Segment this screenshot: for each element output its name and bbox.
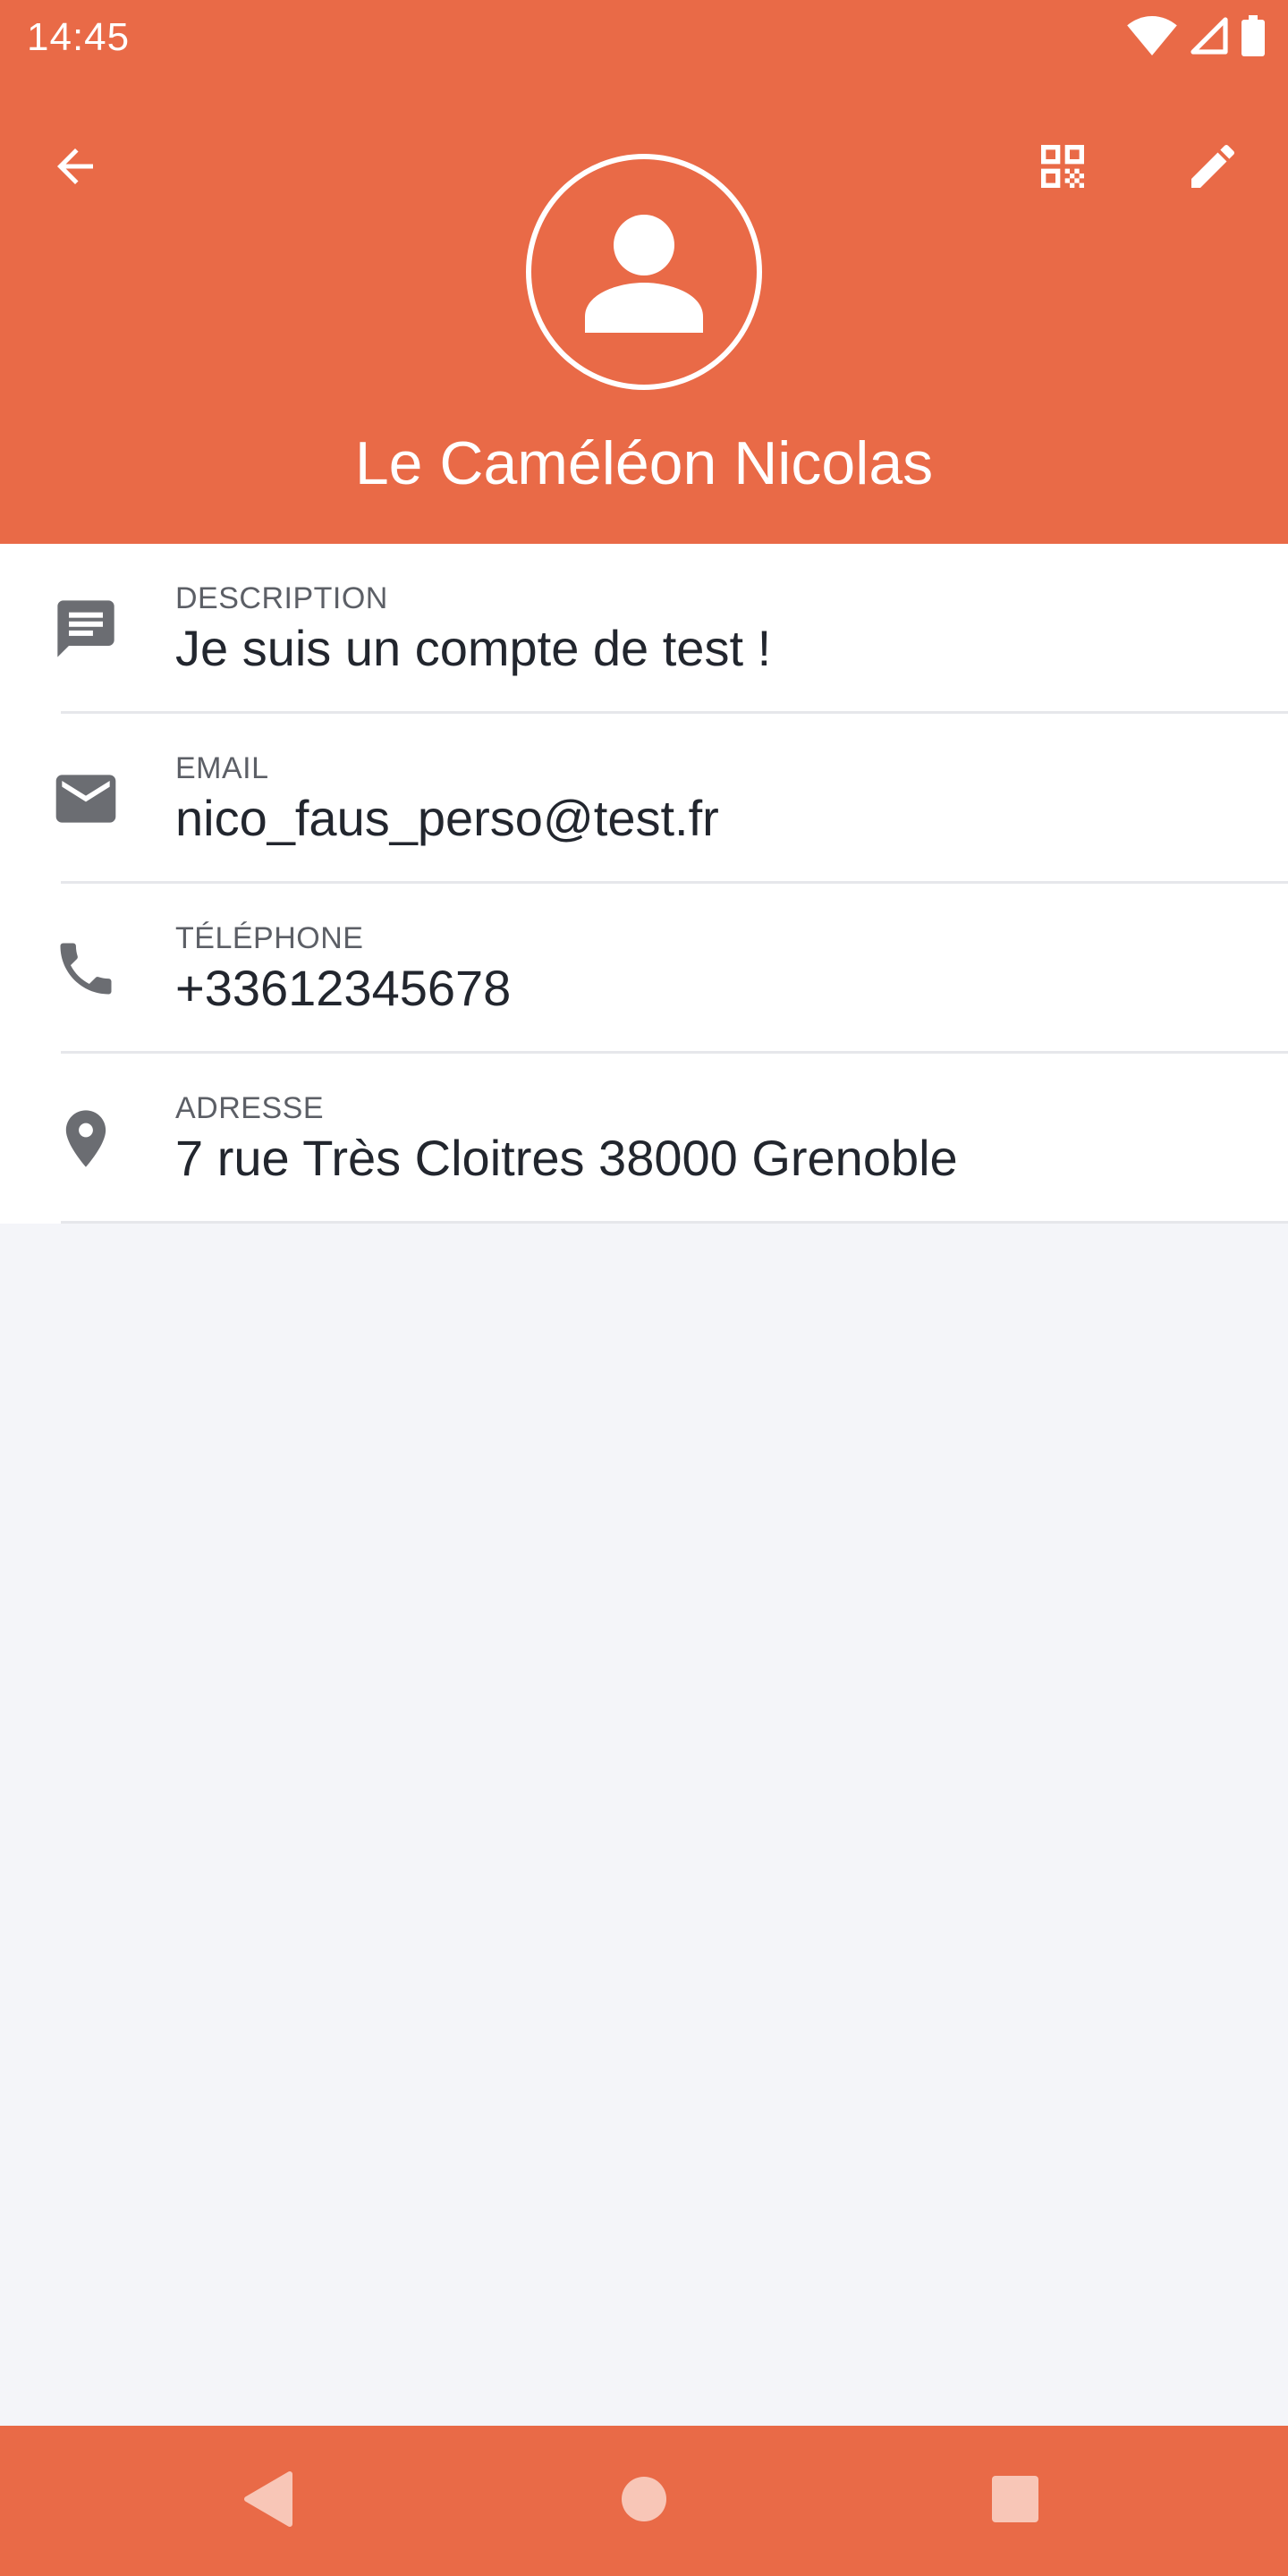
person-avatar-icon xyxy=(578,204,710,341)
nav-home-button[interactable] xyxy=(599,2456,689,2546)
back-arrow-icon xyxy=(48,140,102,198)
battery-icon xyxy=(1241,14,1265,61)
phone-icon xyxy=(43,926,129,1012)
detail-row-address[interactable]: ADRESSE 7 rue Très Cloitres 38000 Grenob… xyxy=(0,1054,1288,1224)
status-icons xyxy=(1127,14,1265,61)
detail-row-description: DESCRIPTION Je suis un compte de test ! xyxy=(0,544,1288,714)
edit-button[interactable] xyxy=(1170,125,1256,211)
description-icon xyxy=(43,586,129,672)
cellular-signal-icon xyxy=(1190,16,1229,60)
qr-code-icon xyxy=(1034,138,1091,199)
description-label: DESCRIPTION xyxy=(175,581,388,615)
email-icon xyxy=(43,756,129,842)
status-time: 14:45 xyxy=(27,15,131,59)
system-nav-bar xyxy=(0,2426,1288,2576)
back-button[interactable] xyxy=(32,125,118,211)
address-label: ADRESSE xyxy=(175,1091,324,1125)
detail-row-email[interactable]: EMAIL nico_faus_perso@test.fr xyxy=(0,714,1288,884)
contact-name: Le Caméléon Nicolas xyxy=(354,429,934,497)
edit-pencil-icon xyxy=(1184,138,1241,199)
nav-back-button[interactable] xyxy=(224,2456,313,2546)
location-pin-icon xyxy=(43,1096,129,1182)
email-value: nico_faus_perso@test.fr xyxy=(175,790,719,846)
nav-back-triangle-icon xyxy=(242,2470,295,2532)
qr-code-button[interactable] xyxy=(1020,125,1106,211)
status-bar: 14:45 xyxy=(0,0,1288,75)
avatar xyxy=(526,154,762,390)
nav-recents-button[interactable] xyxy=(970,2456,1060,2546)
email-label: EMAIL xyxy=(175,751,269,785)
contact-details-list: DESCRIPTION Je suis un compte de test ! … xyxy=(0,544,1288,1224)
phone-value: +33612345678 xyxy=(175,960,512,1016)
profile-header: Le Caméléon Nicolas xyxy=(0,75,1288,544)
address-value: 7 rue Très Cloitres 38000 Grenoble xyxy=(175,1130,958,1186)
phone-label: TÉLÉPHONE xyxy=(175,921,364,955)
nav-home-circle-icon xyxy=(621,2476,667,2527)
wifi-icon xyxy=(1127,15,1177,60)
detail-row-phone[interactable]: TÉLÉPHONE +33612345678 xyxy=(0,884,1288,1054)
description-value: Je suis un compte de test ! xyxy=(175,620,772,676)
nav-recents-square-icon xyxy=(991,2475,1039,2528)
